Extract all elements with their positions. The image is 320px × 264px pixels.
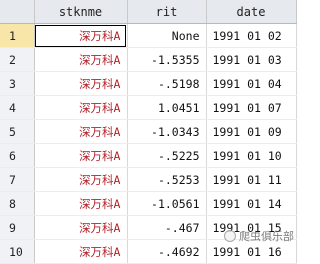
- cell-stknme[interactable]: 深万科A: [34, 47, 128, 72]
- cell-rit[interactable]: -.5253: [127, 167, 207, 192]
- cell-stknme[interactable]: 深万科A: [34, 191, 128, 216]
- row-number[interactable]: 10: [0, 239, 35, 264]
- row-number[interactable]: 2: [0, 47, 35, 72]
- cell-rit[interactable]: -1.0561: [127, 191, 207, 216]
- cell-date[interactable]: 1991 01 14: [206, 191, 297, 216]
- row-number[interactable]: 6: [0, 143, 35, 168]
- row-number[interactable]: 1: [0, 23, 35, 48]
- data-table: stknme rit date 1 深万科A None 1991 01 02 2…: [0, 0, 297, 264]
- watermark: 爬虫俱乐部: [224, 226, 294, 246]
- table-row: 5 深万科A -1.0343 1991 01 09: [0, 119, 297, 144]
- corner-cell[interactable]: [0, 0, 35, 24]
- cell-date[interactable]: 1991 01 09: [206, 119, 297, 144]
- row-number[interactable]: 4: [0, 95, 35, 120]
- row-number[interactable]: 5: [0, 119, 35, 144]
- row-number[interactable]: 8: [0, 191, 35, 216]
- cell-rit[interactable]: -.467: [127, 215, 207, 240]
- cell-stknme[interactable]: 深万科A: [34, 167, 128, 192]
- cell-stknme[interactable]: 深万科A: [34, 23, 128, 48]
- cell-rit[interactable]: None: [127, 23, 207, 48]
- cell-date[interactable]: 1991 01 10: [206, 143, 297, 168]
- cell-stknme[interactable]: 深万科A: [34, 95, 128, 120]
- cell-date[interactable]: 1991 01 02: [206, 23, 297, 48]
- table-row: 6 深万科A -.5225 1991 01 10: [0, 143, 297, 168]
- column-header-date[interactable]: date: [206, 0, 297, 24]
- table-row: 1 深万科A None 1991 01 02: [0, 23, 297, 48]
- data-browser-grid: stknme rit date 1 深万科A None 1991 01 02 2…: [0, 0, 304, 264]
- cell-date[interactable]: 1991 01 07: [206, 95, 297, 120]
- column-header-rit[interactable]: rit: [127, 0, 207, 24]
- cell-date[interactable]: 1991 01 03: [206, 47, 297, 72]
- table-row: 3 深万科A -.5198 1991 01 04: [0, 71, 297, 96]
- cell-rit[interactable]: -.4692: [127, 239, 207, 264]
- cell-stknme[interactable]: 深万科A: [34, 119, 128, 144]
- row-number[interactable]: 9: [0, 215, 35, 240]
- row-number[interactable]: 7: [0, 167, 35, 192]
- wechat-logo-icon: [224, 230, 236, 242]
- cell-stknme[interactable]: 深万科A: [34, 215, 128, 240]
- table-row: 4 深万科A 1.0451 1991 01 07: [0, 95, 297, 120]
- table-row: 7 深万科A -.5253 1991 01 11: [0, 167, 297, 192]
- cell-rit[interactable]: -.5225: [127, 143, 207, 168]
- cell-date[interactable]: 1991 01 11: [206, 167, 297, 192]
- table-row: 2 深万科A -1.5355 1991 01 03: [0, 47, 297, 72]
- watermark-text: 爬虫俱乐部: [239, 230, 294, 243]
- cell-date[interactable]: 1991 01 04: [206, 71, 297, 96]
- header-row: stknme rit date: [0, 0, 297, 24]
- cell-stknme[interactable]: 深万科A: [34, 143, 128, 168]
- table-row: 8 深万科A -1.0561 1991 01 14: [0, 191, 297, 216]
- cell-rit[interactable]: -.5198: [127, 71, 207, 96]
- column-header-stknme[interactable]: stknme: [34, 0, 128, 24]
- cell-rit[interactable]: -1.0343: [127, 119, 207, 144]
- row-number[interactable]: 3: [0, 71, 35, 96]
- cell-stknme[interactable]: 深万科A: [34, 239, 128, 264]
- cell-rit[interactable]: -1.5355: [127, 47, 207, 72]
- cell-stknme[interactable]: 深万科A: [34, 71, 128, 96]
- cell-rit[interactable]: 1.0451: [127, 95, 207, 120]
